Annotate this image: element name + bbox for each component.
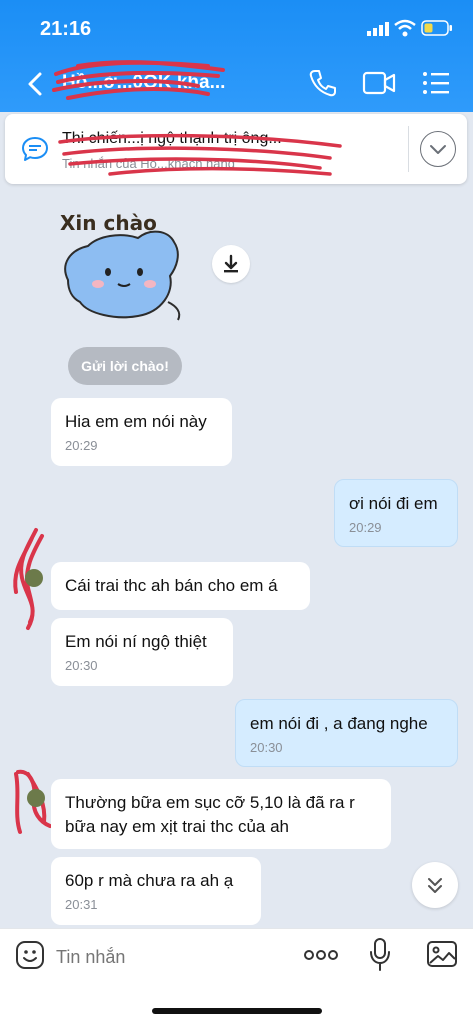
send-greeting-button[interactable]: Gửi lời chào! (68, 347, 182, 385)
message-text: em nói đi , a đang nghe (250, 714, 428, 733)
message-text: Hia em em nói này (65, 412, 207, 431)
back-arrow-icon[interactable] (22, 68, 50, 100)
avatar[interactable] (8, 526, 50, 632)
message-bubble-icon (22, 137, 48, 161)
cat-sticker-image: Xin chào (60, 211, 181, 321)
hello-sticker[interactable]: Xin chào (58, 202, 193, 332)
message-text: Cái trai thc ah bán cho em á (65, 576, 278, 595)
message-bubble[interactable]: 60p r mà chưa ra ah ạ 20:31 (51, 857, 261, 925)
message-input[interactable] (56, 941, 276, 973)
message-bubble[interactable]: Thường bữa em sục cỡ 5,10 là đã ra r bữa… (51, 779, 391, 849)
phone-icon[interactable] (308, 68, 338, 98)
message-time: 20:31 (65, 897, 98, 912)
message-text: ơi nói đi em (349, 494, 438, 513)
message-bubble[interactable]: ơi nói đi em 20:29 (334, 479, 458, 547)
header-bar: 21:16 Hồ...ờ...0OK kha... (0, 0, 473, 112)
menu-icon[interactable] (422, 70, 450, 96)
redaction-scribble (58, 133, 342, 176)
chevron-down-icon (430, 145, 446, 154)
video-icon[interactable] (362, 70, 396, 96)
message-text: 60p r mà chưa ra ah ạ (65, 871, 234, 890)
message-time: 20:30 (250, 740, 283, 755)
emoji-icon[interactable] (14, 939, 46, 971)
expand-pinned-button[interactable] (420, 131, 456, 167)
message-time: 20:30 (65, 658, 98, 673)
download-icon (224, 254, 238, 273)
chat-nav: Hồ...ờ...0OK kha... (0, 56, 473, 112)
message-bubble[interactable]: Em nói ní ngộ thiệt 20:30 (51, 618, 233, 686)
sticker-caption: Xin chào (60, 211, 157, 235)
wifi-icon (394, 19, 416, 37)
message-text: Thường bữa em sục cỡ 5,10 là đã ra r (65, 793, 355, 812)
status-bar: 21:16 (0, 0, 473, 56)
message-bubble[interactable]: Hia em em nói này 20:29 (51, 398, 232, 466)
more-options-icon[interactable] (303, 943, 339, 967)
double-chevron-down-icon (428, 878, 442, 893)
avatar[interactable] (10, 764, 56, 840)
message-text-line2: bữa nay em xịt trai thc của ah (65, 817, 289, 836)
image-icon[interactable] (426, 939, 458, 969)
message-text: Em nói ní ngộ thiệt (65, 632, 207, 651)
message-time: 20:29 (349, 520, 382, 535)
message-bubble[interactable]: em nói đi , a đang nghe 20:30 (235, 699, 458, 767)
home-indicator (152, 1008, 322, 1014)
message-time: 20:29 (65, 438, 98, 453)
signal-icon (367, 22, 389, 36)
microphone-icon[interactable] (368, 937, 392, 973)
pinned-divider (408, 126, 409, 172)
battery-icon (421, 20, 452, 36)
message-bubble[interactable]: Cái trai thc ah bán cho em á (51, 562, 310, 610)
download-button[interactable] (212, 245, 250, 283)
scroll-to-bottom-button[interactable] (412, 862, 458, 908)
status-time: 21:16 (40, 18, 92, 40)
redaction-scribble (52, 60, 225, 100)
pinned-message[interactable]: Thi chiến...ị ngộ thạnh trị ông... Tin n… (5, 114, 467, 184)
